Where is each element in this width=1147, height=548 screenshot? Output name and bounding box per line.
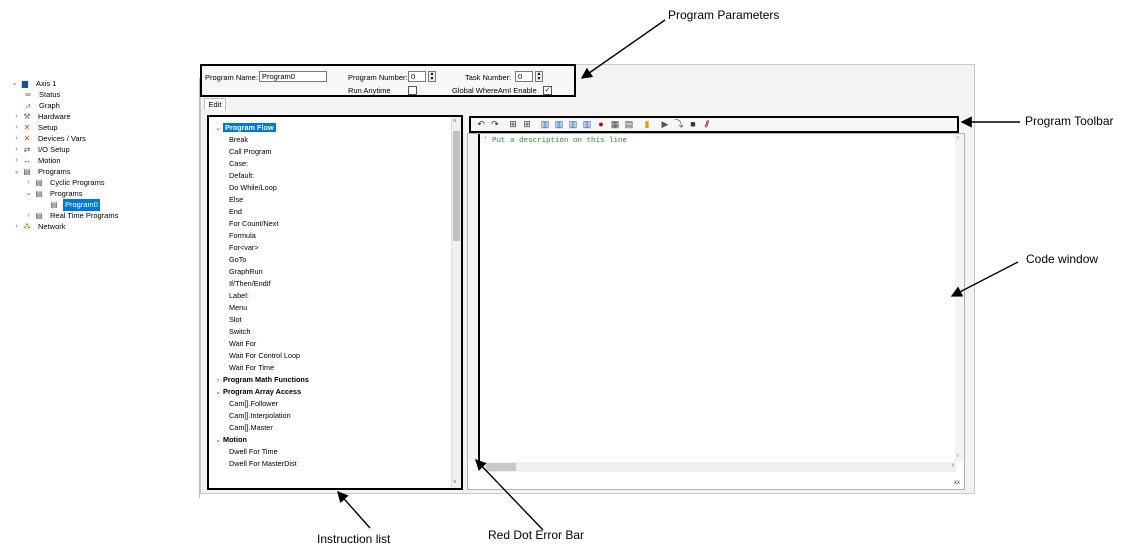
- arrow-red-dot-error-bar: [475, 458, 544, 531]
- arrow-code-window: [950, 261, 1019, 297]
- callout-code-window: Code window: [1026, 252, 1099, 266]
- callout-program-toolbar: Program Toolbar: [1025, 114, 1114, 128]
- arrow-instruction-list: [337, 490, 371, 529]
- callout-arrows: [337, 19, 1020, 531]
- callout-program-parameters: Program Parameters: [668, 8, 780, 22]
- callout-instruction-list: Instruction list: [317, 532, 391, 546]
- callout-red-dot-error-bar: Red Dot Error Bar: [488, 528, 585, 542]
- arrow-program-parameters: [580, 19, 666, 79]
